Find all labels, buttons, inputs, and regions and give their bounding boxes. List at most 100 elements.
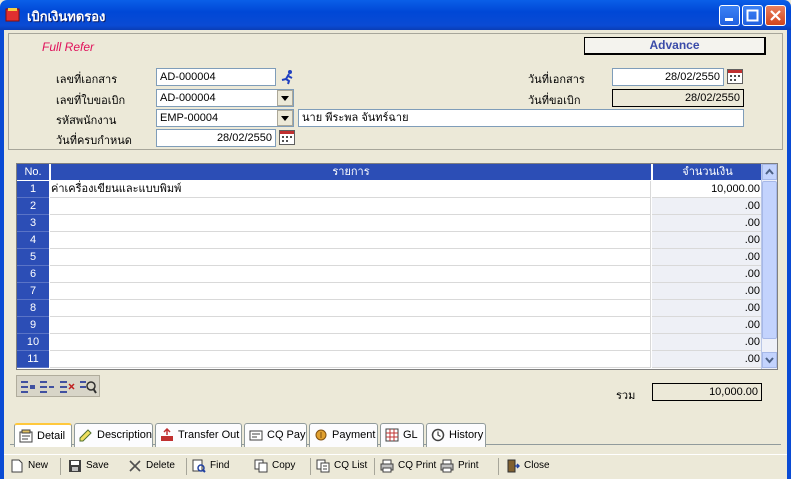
title-bar: เบิกเงินทดรอง [0,0,791,30]
toolbar-separator [374,458,375,475]
add-row-icon[interactable] [39,379,55,395]
amount-cell[interactable]: .00 [652,249,762,266]
row-number[interactable]: 1 [17,181,49,198]
close-icon [770,10,781,21]
row-number[interactable]: 6 [17,266,49,283]
amount-cell[interactable]: .00 [652,300,762,317]
tab-label: Detail [37,430,66,442]
new-document-icon [11,459,23,473]
item-cell[interactable] [50,283,651,300]
row-number[interactable]: 11 [17,351,49,368]
insert-row-icon[interactable] [20,379,36,395]
due-date-label: วันที่ครบกำหนด [56,135,132,147]
due-date-field[interactable]: 28/02/2550 [156,129,276,147]
amount-cell[interactable]: .00 [652,334,762,351]
print-button[interactable]: Print [440,455,480,477]
close-button[interactable]: Close [506,455,550,477]
doc-date-field[interactable]: 28/02/2550 [612,68,724,86]
employee-code-field[interactable]: EMP-00004 [156,109,294,127]
column-header-no[interactable]: No. [17,164,49,180]
item-cell[interactable] [50,300,651,317]
save-label: Save [86,460,109,471]
tab-payment[interactable]: Payment [309,423,378,447]
row-number[interactable]: 4 [17,232,49,249]
item-cell[interactable] [50,198,651,215]
advance-no-field[interactable]: AD-000004 [156,89,294,107]
cq-print-button[interactable]: CQ Print [380,455,438,477]
item-cell[interactable] [50,266,651,283]
copy-icon [254,459,268,473]
item-cell[interactable] [50,215,651,232]
gl-icon [385,428,399,442]
amount-cell[interactable]: .00 [652,317,762,334]
window-frame-left [0,30,4,479]
amount-cell[interactable]: .00 [652,283,762,300]
amount-cell[interactable]: .00 [652,232,762,249]
row-number[interactable]: 8 [17,300,49,317]
item-cell[interactable]: ค่าเครื่องเขียนและแบบพิมพ์ [50,181,651,198]
row-number[interactable]: 7 [17,283,49,300]
save-icon [69,460,81,472]
row-number[interactable]: 9 [17,317,49,334]
tab-cq-pay[interactable]: CQ Pay [244,423,307,447]
tab-label: GL [403,429,418,441]
delete-button[interactable]: Delete [128,455,178,477]
amount-cell[interactable]: .00 [652,266,762,283]
close-window-button[interactable] [765,5,786,26]
column-header-amount[interactable]: จำนวนเงิน [652,164,762,180]
scroll-down-button[interactable] [762,352,777,368]
row-number[interactable]: 2 [17,198,49,215]
column-header-item[interactable]: รายการ [50,164,651,180]
calendar-icon[interactable] [727,69,744,85]
find-button[interactable]: Find [192,455,232,477]
new-button[interactable]: New [10,455,50,477]
item-cell[interactable] [50,351,651,368]
item-cell[interactable] [50,232,651,249]
amount-cell[interactable]: .00 [652,215,762,232]
row-number[interactable]: 3 [17,215,49,232]
tab-transfer-out[interactable]: Transfer Out [155,423,242,447]
copy-button[interactable]: Copy [254,455,300,477]
item-cell[interactable] [50,249,651,266]
grid-tools [16,375,100,397]
detail-grid: No. รายการ จำนวนเงิน 1 ค่าเครื่องเขียนและ… [16,163,778,370]
amount-cell[interactable]: .00 [652,198,762,215]
amount-cell[interactable]: .00 [652,351,762,368]
minimize-icon [725,18,733,21]
toolbar-separator [60,458,61,475]
employee-dropdown[interactable] [277,110,293,126]
grid-scrollbar[interactable] [761,164,777,369]
tab-detail[interactable]: Detail [14,423,72,447]
amount-cell[interactable]: 10,000.00 [652,181,762,198]
tab-label: History [449,429,484,441]
doc-no-field[interactable]: AD-000004 [156,68,276,86]
tab-label: Payment [332,429,376,441]
row-number[interactable]: 5 [17,249,49,266]
cq-list-button[interactable]: CQ List [316,455,368,477]
maximize-button[interactable] [742,5,763,26]
advance-no-dropdown[interactable] [277,90,293,106]
delete-label: Delete [146,460,175,471]
cq-pay-icon [249,430,263,441]
scroll-up-button[interactable] [762,164,777,180]
chevron-down-icon [281,116,289,121]
tab-gl[interactable]: GL [380,423,424,447]
item-cell[interactable] [50,334,651,351]
tab-history[interactable]: History [426,423,486,447]
toolbar-separator [310,458,311,475]
chevron-down-icon [281,96,289,101]
new-label: New [28,460,49,471]
minimize-button[interactable] [719,5,740,26]
tab-description[interactable]: Description [74,423,153,447]
search-row-icon[interactable] [79,379,97,395]
delete-row-icon[interactable] [59,379,75,395]
running-man-icon[interactable] [280,69,296,85]
find-label: Find [210,460,230,471]
advance-label-box: Advance [584,37,766,55]
calendar-icon[interactable] [279,130,296,146]
item-cell[interactable] [50,317,651,334]
tab-label: Description [97,429,153,441]
scroll-thumb[interactable] [762,181,777,339]
save-button[interactable]: Save [68,455,114,477]
row-number[interactable]: 10 [17,334,49,351]
